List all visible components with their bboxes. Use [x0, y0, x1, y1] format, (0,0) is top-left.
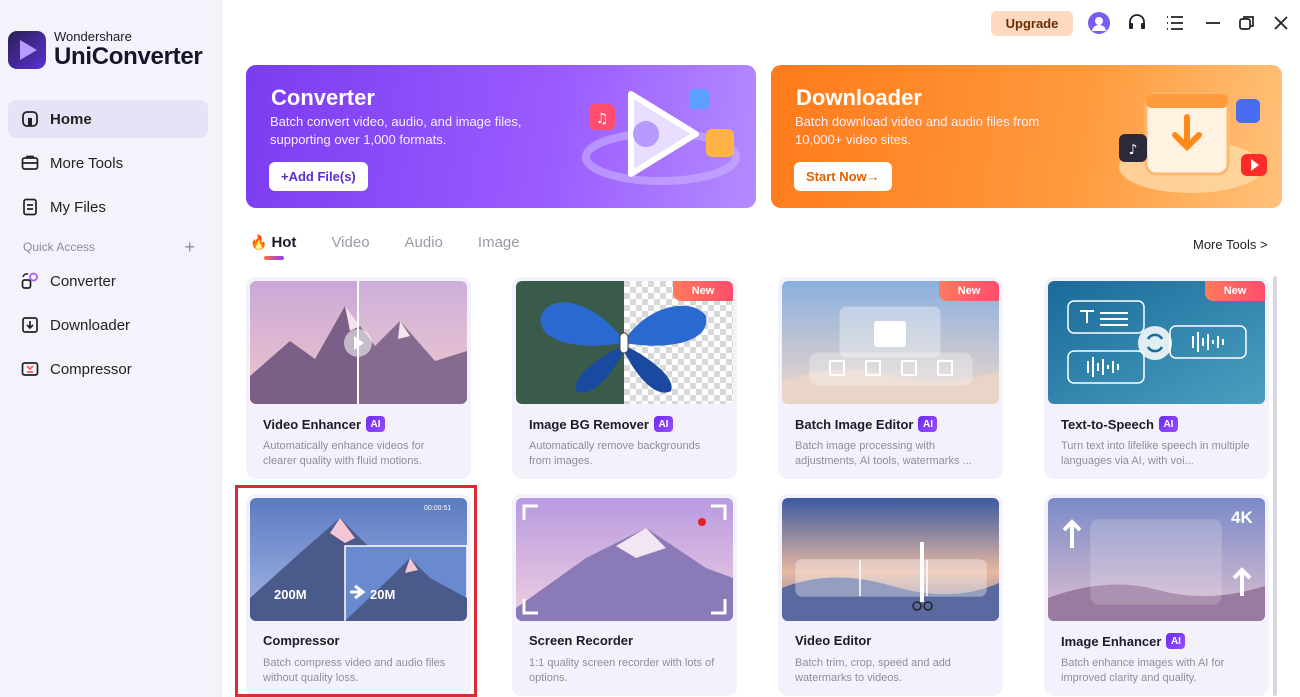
sidebar: Wondershare UniConverter Home More Tools… — [0, 0, 222, 697]
headset-icon[interactable] — [1126, 12, 1148, 34]
sidebar-item-my-files[interactable]: My Files — [8, 188, 208, 226]
converter-banner[interactable]: Converter Batch convert video, audio, an… — [246, 65, 756, 208]
card-title: Image BG Remover — [529, 416, 649, 432]
quick-access-header: Quick Access + — [23, 238, 195, 256]
sidebar-nav: Home More Tools My Files — [8, 100, 208, 232]
app-logo[interactable]: Wondershare UniConverter — [8, 29, 203, 70]
download-icon — [21, 316, 39, 334]
compressor-highlight-box — [235, 485, 477, 697]
svg-text:♪: ♪ — [1129, 142, 1138, 158]
card-screen-recorder[interactable]: Screen Recorder 1:1 quality screen recor… — [512, 494, 737, 696]
card-image-bg-remover[interactable]: New Image BG Remover AI Automatically rem… — [512, 277, 737, 479]
card-description: Batch enhance images with AI for improve… — [1061, 657, 1225, 684]
sidebar-item-label: Downloader — [50, 316, 131, 334]
home-icon — [21, 110, 39, 128]
card-title: Text-to-Speech — [1061, 416, 1154, 432]
ai-badge: AI — [1166, 633, 1186, 649]
sidebar-item-label: Compressor — [50, 360, 132, 378]
tab-image[interactable]: Image — [478, 234, 520, 251]
card-description: Turn text into lifelike speech in multip… — [1061, 440, 1250, 467]
sidebar-item-label: More Tools — [50, 154, 124, 172]
ai-badge: AI — [918, 416, 938, 432]
more-tools-link[interactable]: More Tools > — [1193, 237, 1268, 252]
svg-text:♫: ♫ — [596, 111, 609, 127]
card-title: Video Enhancer — [263, 416, 362, 432]
tab-video[interactable]: Video — [331, 234, 369, 251]
converter-icon — [21, 272, 39, 290]
card-description: Batch image processing with adjustments,… — [795, 440, 972, 467]
sidebar-item-label: Converter — [50, 272, 116, 290]
converter-title: Converter — [271, 85, 375, 110]
sidebar-item-converter[interactable]: Converter — [8, 262, 208, 300]
new-badge: New — [673, 281, 733, 301]
card-description: Batch trim, crop, speed and add watermar… — [795, 657, 951, 684]
sidebar-item-label: My Files — [50, 198, 106, 216]
toolbox-icon — [21, 154, 39, 172]
add-quick-access-icon[interactable]: + — [184, 238, 195, 256]
quick-access-list: Converter Downloader Compressor — [8, 262, 208, 394]
start-now-button[interactable]: Start Now→ — [794, 162, 892, 191]
sidebar-item-compressor[interactable]: Compressor — [8, 350, 208, 388]
close-icon[interactable] — [1270, 12, 1292, 34]
file-icon — [21, 198, 39, 216]
card-image-enhancer[interactable]: 4K Image Enhancer AI Batch enhance images… — [1044, 494, 1269, 696]
sidebar-item-label: Home — [50, 110, 92, 128]
scrollbar[interactable] — [1273, 276, 1277, 696]
card-description: Automatically remove backgrounds from im… — [529, 440, 701, 467]
4k-badge: 4K — [1231, 508, 1253, 527]
card-description: 1:1 quality screen recorder with lots of… — [529, 657, 715, 684]
sidebar-item-home[interactable]: Home — [8, 100, 208, 138]
brand-main: UniConverter — [54, 43, 203, 70]
card-text-to-speech[interactable]: New Text-to-Speech AI Turn text into life… — [1044, 277, 1269, 479]
card-title: Screen Recorder — [529, 633, 634, 648]
video-editor-thumbnail — [782, 498, 999, 621]
sidebar-item-more-tools[interactable]: More Tools — [8, 144, 208, 182]
converter-illustration: ♫ — [582, 89, 740, 185]
quick-access-label: Quick Access — [23, 240, 96, 254]
card-title: Batch Image Editor — [795, 416, 914, 432]
add-files-button[interactable]: +Add File(s) — [269, 162, 368, 191]
downloader-title: Downloader — [796, 85, 922, 110]
card-video-enhancer[interactable]: Video Enhancer AI Automatically enhance v… — [246, 277, 471, 479]
avatar-icon[interactable] — [1088, 12, 1110, 34]
restore-icon[interactable] — [1236, 12, 1258, 34]
card-video-editor[interactable]: Video Editor Batch trim, crop, speed and… — [778, 494, 1003, 696]
sidebar-item-downloader[interactable]: Downloader — [8, 306, 208, 344]
uniconverter-logo-icon — [8, 30, 46, 69]
new-badge: New — [939, 281, 999, 301]
menu-icon[interactable] — [1164, 12, 1186, 34]
card-batch-image-editor[interactable]: New Batch Image Editor AI Batch image pro… — [778, 277, 1003, 479]
screen-recorder-thumbnail — [516, 498, 733, 621]
video-enhancer-thumbnail — [250, 281, 467, 404]
ai-badge: AI — [653, 416, 673, 432]
ai-badge: AI — [366, 416, 386, 432]
downloader-desc: Batch download video and audio files fro… — [795, 114, 1040, 147]
fire-icon: 🔥 — [250, 234, 268, 250]
downloader-illustration: ♪ — [1119, 92, 1267, 193]
downloader-banner[interactable]: Downloader Batch download video and audi… — [771, 65, 1282, 208]
ai-badge: AI — [1158, 416, 1178, 432]
card-description: Automatically enhance videos for clearer… — [263, 440, 425, 467]
category-tabs: 🔥 Hot Video Audio Image — [250, 234, 555, 260]
card-title: Image Enhancer — [1061, 633, 1162, 649]
compress-icon — [21, 360, 39, 378]
tab-hot[interactable]: 🔥 Hot — [250, 234, 296, 260]
card-title: Video Editor — [795, 633, 872, 648]
converter-desc: Batch convert video, audio, and image fi… — [270, 114, 522, 147]
upgrade-button[interactable]: Upgrade — [991, 11, 1073, 36]
minimize-icon[interactable] — [1202, 12, 1224, 34]
tab-audio[interactable]: Audio — [405, 234, 443, 251]
brand-sub: Wondershare — [54, 29, 132, 44]
new-badge: New — [1205, 281, 1265, 301]
